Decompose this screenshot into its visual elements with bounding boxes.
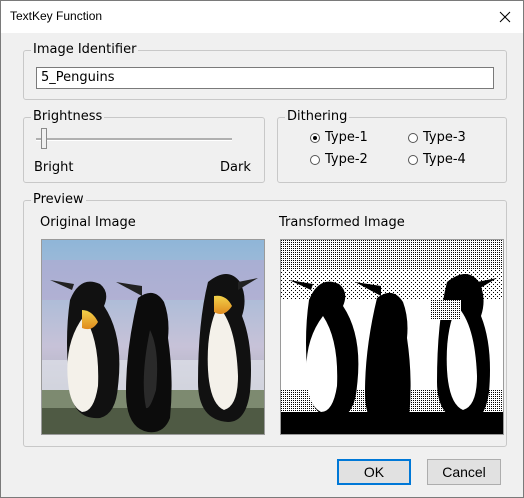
title-bar: TextKey Function: [1, 1, 523, 33]
transformed-image-label: Transformed Image: [279, 215, 405, 230]
dithering-label: Dithering: [285, 109, 350, 125]
radio-type-1-label: Type-1: [325, 130, 368, 145]
cancel-button[interactable]: Cancel: [427, 459, 501, 485]
brightness-slider-thumb[interactable]: [41, 128, 47, 149]
dithering-group: Dithering Type-1 Type-3 Type-2 Type-4: [277, 109, 507, 183]
close-button[interactable]: [487, 1, 523, 33]
image-identifier-label: Image Identifier: [31, 42, 139, 58]
image-identifier-value: 5_Penguins: [41, 70, 115, 85]
radio-type-3[interactable]: Type-3: [408, 130, 466, 146]
preview-group: Preview Original Image Transformed Image: [23, 192, 507, 447]
radio-type-4-label: Type-4: [423, 152, 466, 167]
radio-type-2[interactable]: Type-2: [310, 152, 368, 168]
close-icon: [499, 11, 511, 23]
original-image: [41, 239, 265, 435]
radio-icon: [310, 133, 320, 143]
image-identifier-input[interactable]: 5_Penguins: [36, 67, 494, 89]
radio-icon: [408, 133, 418, 143]
preview-label: Preview: [31, 192, 86, 208]
image-identifier-group: Image Identifier 5_Penguins: [23, 42, 507, 100]
brightness-max-label: Dark: [220, 160, 251, 175]
radio-icon: [408, 155, 418, 165]
brightness-min-label: Bright: [34, 160, 74, 175]
radio-type-2-label: Type-2: [325, 152, 368, 167]
transformed-image: [280, 239, 504, 435]
brightness-group: Brightness Bright Dark: [23, 109, 265, 183]
radio-type-3-label: Type-3: [423, 130, 466, 145]
window-title: TextKey Function: [10, 9, 103, 23]
radio-type-1[interactable]: Type-1: [310, 130, 368, 146]
brightness-label: Brightness: [31, 109, 105, 125]
radio-icon: [310, 155, 320, 165]
radio-type-4[interactable]: Type-4: [408, 152, 466, 168]
brightness-slider-track[interactable]: [36, 138, 232, 141]
ok-button[interactable]: OK: [337, 459, 411, 485]
penguins-transformed-image: [281, 240, 503, 434]
penguins-original-image: [42, 240, 264, 434]
dialog-window: TextKey Function Image Identifier 5_Peng…: [0, 0, 524, 498]
original-image-label: Original Image: [40, 215, 136, 230]
